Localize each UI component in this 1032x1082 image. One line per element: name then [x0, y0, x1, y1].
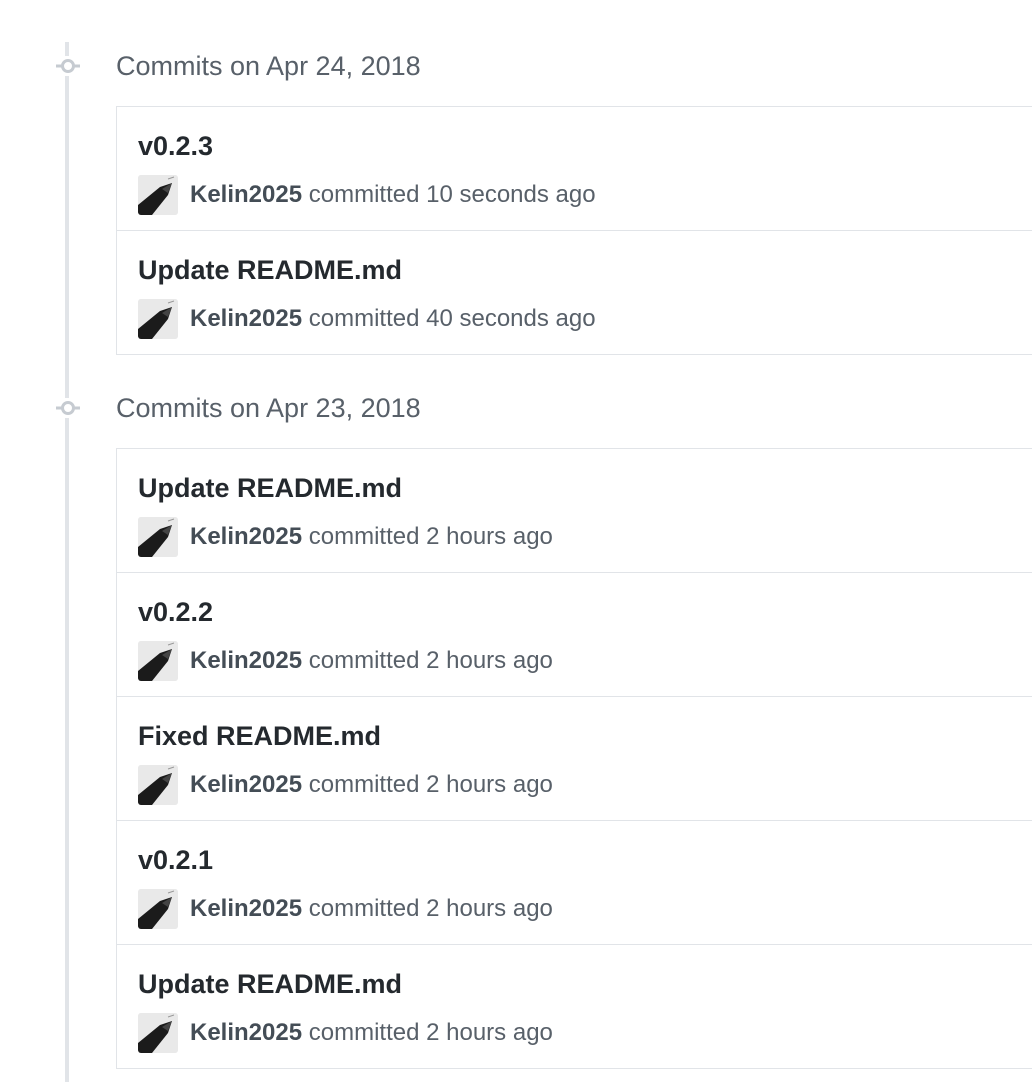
commit-row: Fixed README.md Kelin2025 committed 2 ho…	[117, 697, 1032, 821]
commit-time: 40 seconds ago	[426, 305, 596, 332]
commit-verb: committed	[308, 771, 420, 798]
commit-meta: Kelin2025 committed 40 seconds ago	[190, 304, 596, 334]
commit-row: Update README.md Kelin2025 committed 2 h…	[117, 449, 1032, 573]
user-avatar[interactable]	[138, 1013, 178, 1053]
commit-title-link[interactable]: Update README.md	[138, 967, 402, 1001]
commit-title-link[interactable]: Update README.md	[138, 253, 402, 287]
commit-meta: Kelin2025 committed 10 seconds ago	[190, 180, 596, 210]
commit-list: v0.2.3 Kelin2025 committed 10 seconds ag…	[116, 106, 1032, 355]
commit-group-date: Commits on Apr 23, 2018	[116, 393, 421, 423]
commit-verb: committed	[308, 647, 420, 674]
commit-title-link[interactable]: v0.2.3	[138, 129, 213, 163]
commit-list: Update README.md Kelin2025 committed 2 h…	[116, 448, 1032, 1069]
commit-title-link[interactable]: v0.2.2	[138, 595, 213, 629]
commit-author-link[interactable]: Kelin2025	[190, 895, 302, 922]
commit-row: v0.2.1 Kelin2025 committed 2 hours ago	[117, 821, 1032, 945]
commit-verb: committed	[308, 305, 420, 332]
commit-row: Update README.md Kelin2025 committed 40 …	[117, 231, 1032, 354]
user-avatar[interactable]	[138, 175, 178, 215]
user-avatar[interactable]	[138, 765, 178, 805]
git-commit-icon	[54, 56, 82, 76]
commit-title-link[interactable]: v0.2.1	[138, 843, 213, 877]
user-avatar[interactable]	[138, 889, 178, 929]
commit-meta: Kelin2025 committed 2 hours ago	[190, 522, 553, 552]
commit-author-link[interactable]: Kelin2025	[190, 771, 302, 798]
commit-meta: Kelin2025 committed 2 hours ago	[190, 894, 553, 924]
commit-meta: Kelin2025 committed 2 hours ago	[190, 1018, 553, 1048]
commit-author-link[interactable]: Kelin2025	[190, 305, 302, 332]
commit-time: 2 hours ago	[426, 647, 553, 674]
commit-title-link[interactable]: Fixed README.md	[138, 719, 381, 753]
commit-verb: committed	[308, 1019, 420, 1046]
commit-time: 10 seconds ago	[426, 181, 596, 208]
commit-time: 2 hours ago	[426, 895, 553, 922]
git-commit-icon	[54, 398, 82, 418]
commit-author-link[interactable]: Kelin2025	[190, 1019, 302, 1046]
user-avatar[interactable]	[138, 641, 178, 681]
commit-group-header: Commits on Apr 23, 2018	[0, 388, 1032, 428]
commit-time: 2 hours ago	[426, 1019, 553, 1046]
commit-verb: committed	[308, 181, 420, 208]
commit-row: v0.2.2 Kelin2025 committed 2 hours ago	[117, 573, 1032, 697]
user-avatar[interactable]	[138, 517, 178, 557]
commit-title-link[interactable]: Update README.md	[138, 471, 402, 505]
commit-verb: committed	[308, 895, 420, 922]
commit-verb: committed	[308, 523, 420, 550]
commit-author-link[interactable]: Kelin2025	[190, 647, 302, 674]
timeline-line	[65, 42, 69, 1082]
user-avatar[interactable]	[138, 299, 178, 339]
commit-meta: Kelin2025 committed 2 hours ago	[190, 646, 553, 676]
commit-meta: Kelin2025 committed 2 hours ago	[190, 770, 553, 800]
commit-author-link[interactable]: Kelin2025	[190, 181, 302, 208]
commit-time: 2 hours ago	[426, 523, 553, 550]
commit-group-date: Commits on Apr 24, 2018	[116, 51, 421, 81]
commit-author-link[interactable]: Kelin2025	[190, 523, 302, 550]
commit-row: Update README.md Kelin2025 committed 2 h…	[117, 945, 1032, 1068]
commit-group-header: Commits on Apr 24, 2018	[0, 46, 1032, 86]
commit-row: v0.2.3 Kelin2025 committed 10 seconds ag…	[117, 107, 1032, 231]
commit-time: 2 hours ago	[426, 771, 553, 798]
